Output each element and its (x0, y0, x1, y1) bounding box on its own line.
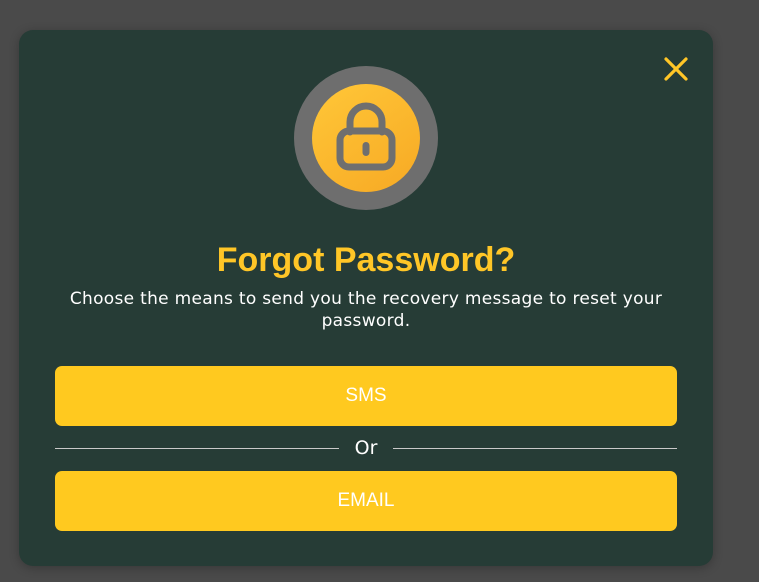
dialog-title: Forgot Password? (216, 241, 516, 279)
divider-line-left (55, 448, 339, 449)
dialog-subtitle: Choose the means to send you the recover… (69, 289, 663, 331)
email-button[interactable]: EMAIL (55, 471, 677, 531)
or-divider: Or (55, 435, 677, 461)
lock-badge (294, 66, 438, 210)
forgot-password-dialog: Forgot Password? Choose the means to sen… (19, 30, 713, 566)
sms-button[interactable]: SMS (55, 366, 677, 426)
lock-icon (336, 102, 396, 171)
lock-badge-core (312, 84, 420, 192)
divider-label: Or (354, 437, 378, 459)
close-button[interactable] (661, 54, 691, 84)
divider-line-right (393, 448, 677, 449)
close-icon[interactable] (661, 54, 691, 84)
